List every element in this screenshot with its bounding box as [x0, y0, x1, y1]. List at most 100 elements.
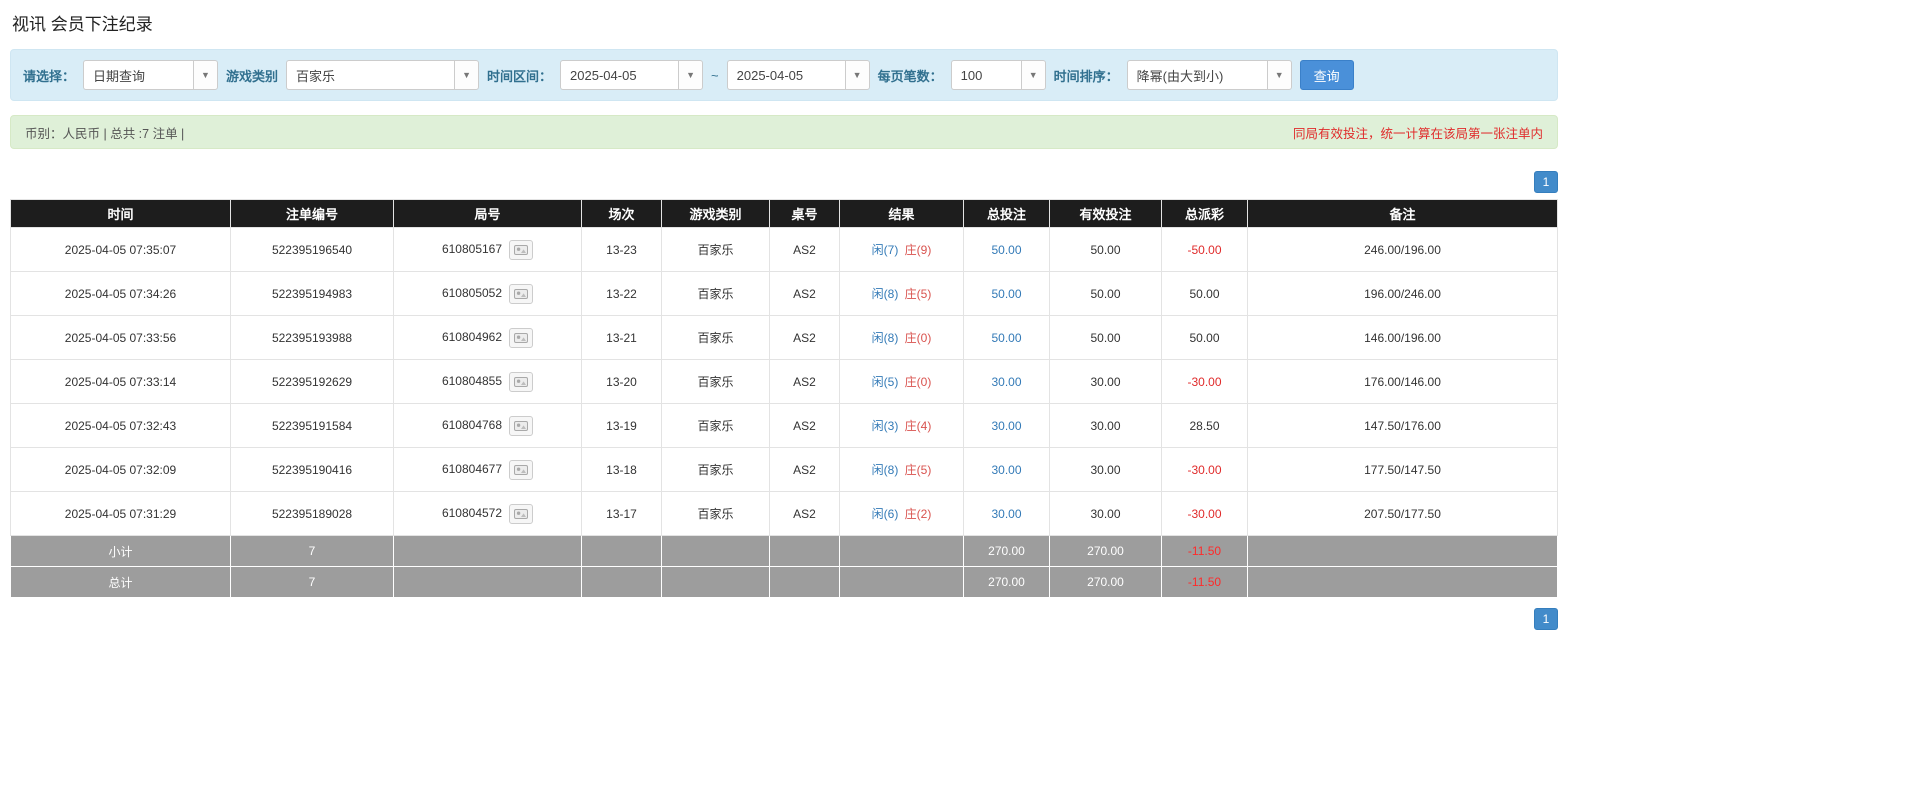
cell-result: 闲(3) 庄(4) [839, 403, 964, 448]
cell-round-id: 610804855 [393, 359, 582, 404]
replay-icon[interactable] [509, 327, 534, 348]
date-to-select[interactable]: 2025-04-05 ▼ [726, 60, 870, 90]
result-player: 闲(8) [871, 463, 899, 477]
result-player: 闲(6) [871, 507, 899, 521]
cell-table-no: AS2 [769, 447, 840, 492]
chevron-down-icon[interactable]: ▼ [193, 60, 219, 90]
result-banker: 庄(2) [904, 507, 932, 521]
header-payout: 总派彩 [1161, 199, 1248, 228]
total-label: 总计 [10, 566, 231, 598]
date-from-select[interactable]: 2025-04-05 ▼ [560, 60, 704, 90]
result-player: 闲(5) [871, 375, 899, 389]
replay-icon[interactable] [509, 459, 534, 480]
cell-game-type: 百家乐 [661, 227, 770, 272]
cell-game-type: 百家乐 [661, 491, 770, 536]
total-bet-link[interactable]: 30.00 [991, 419, 1021, 433]
replay-icon[interactable] [509, 283, 534, 304]
table-body: 2025-04-05 07:35:07 522395196540 6108051… [10, 227, 1558, 536]
result-banker: 庄(5) [904, 463, 932, 477]
replay-icon[interactable] [509, 239, 534, 260]
total-bet-link[interactable]: 50.00 [991, 287, 1021, 301]
cell-remark: 246.00/196.00 [1247, 227, 1558, 272]
cell-total-bet: 50.00 [963, 227, 1050, 272]
replay-icon[interactable] [509, 503, 534, 524]
cell-table-no: AS2 [769, 315, 840, 360]
total-row: 总计 7 270.00 270.00 -11.50 [10, 566, 1558, 598]
subtotal-count: 7 [230, 535, 394, 567]
cell-total-bet: 50.00 [963, 271, 1050, 316]
cell-bet-id: 522395189028 [230, 491, 394, 536]
total-bet-link[interactable]: 50.00 [991, 331, 1021, 345]
subtotal-valid-bet: 270.00 [1049, 535, 1162, 567]
chevron-down-icon[interactable]: ▼ [454, 60, 480, 90]
cell-remark: 176.00/146.00 [1247, 359, 1558, 404]
cell-result: 闲(8) 庄(0) [839, 315, 964, 360]
cell-session: 13-23 [581, 227, 662, 272]
query-type-select[interactable]: 日期查询 ▼ [83, 60, 219, 90]
table-row: 2025-04-05 07:33:56 522395193988 6108049… [10, 315, 1558, 360]
cell-session: 13-20 [581, 359, 662, 404]
round-id-value: 610804768 [441, 417, 503, 432]
table-row: 2025-04-05 07:35:07 522395196540 6108051… [10, 227, 1558, 272]
game-type-select[interactable]: 百家乐 ▼ [286, 60, 480, 90]
sort-select[interactable]: 降幂(由大到小) ▼ [1126, 60, 1292, 90]
page-button[interactable]: 1 [1534, 608, 1558, 630]
round-id-value: 610804855 [441, 373, 503, 388]
cell-remark: 147.50/176.00 [1247, 403, 1558, 448]
header-valid-bet: 有效投注 [1049, 199, 1162, 228]
total-bet-link[interactable]: 30.00 [991, 463, 1021, 477]
time-range-label: 时间区间： [487, 68, 553, 84]
chevron-down-icon[interactable]: ▼ [678, 60, 704, 90]
chevron-down-icon[interactable]: ▼ [1266, 60, 1292, 90]
cell-session: 13-18 [581, 447, 662, 492]
chevron-down-icon[interactable]: ▼ [1020, 60, 1046, 90]
result-player: 闲(8) [871, 331, 899, 345]
cell-round-id: 610805167 [393, 227, 582, 272]
query-type-value: 日期查询 [83, 60, 194, 90]
cell-result: 闲(7) 庄(9) [839, 227, 964, 272]
page-size-select[interactable]: 100 ▼ [950, 60, 1046, 90]
page-container: 视讯 会员下注纪录 请选择： 日期查询 ▼ 游戏类别 百家乐 ▼ 时间区间： 2… [10, 0, 1558, 630]
cell-total-bet: 30.00 [963, 359, 1050, 404]
cell-time: 2025-04-05 07:32:09 [10, 447, 231, 492]
game-type-value: 百家乐 [286, 60, 455, 90]
total-bet-link[interactable]: 30.00 [991, 375, 1021, 389]
replay-icon[interactable] [509, 371, 534, 392]
table-row: 2025-04-05 07:32:43 522395191584 6108047… [10, 403, 1558, 448]
bet-records-table: 时间 注单编号 局号 场次 游戏类别 桌号 结果 总投注 有效投注 总派彩 备注… [10, 199, 1558, 598]
cell-remark: 196.00/246.00 [1247, 271, 1558, 316]
total-bet-link[interactable]: 50.00 [991, 243, 1021, 257]
round-id-value: 610804677 [441, 461, 503, 476]
cell-remark: 207.50/177.50 [1247, 491, 1558, 536]
summary-note: 同局有效投注，统一计算在该局第一张注单内 [1292, 126, 1543, 141]
cell-valid-bet: 50.00 [1049, 227, 1162, 272]
header-game-type: 游戏类别 [661, 199, 770, 228]
cell-bet-id: 522395192629 [230, 359, 394, 404]
result-banker: 庄(0) [904, 375, 932, 389]
cell-time: 2025-04-05 07:35:07 [10, 227, 231, 272]
cell-total-bet: 30.00 [963, 447, 1050, 492]
cell-session: 13-21 [581, 315, 662, 360]
range-separator: ~ [711, 67, 719, 83]
round-id-value: 610805167 [441, 241, 503, 256]
cell-table-no: AS2 [769, 491, 840, 536]
result-banker: 庄(5) [904, 287, 932, 301]
date-from-value: 2025-04-05 [560, 60, 679, 90]
sort-label: 时间排序： [1053, 68, 1119, 84]
chevron-down-icon[interactable]: ▼ [844, 60, 870, 90]
replay-icon[interactable] [509, 415, 534, 436]
cell-time: 2025-04-05 07:34:26 [10, 271, 231, 316]
search-button[interactable]: 查询 [1299, 60, 1354, 90]
cell-game-type: 百家乐 [661, 271, 770, 316]
cell-result: 闲(5) 庄(0) [839, 359, 964, 404]
round-id-value: 610804962 [441, 329, 503, 344]
header-round-id: 局号 [393, 199, 582, 228]
page-button[interactable]: 1 [1534, 171, 1558, 193]
header-session: 场次 [581, 199, 662, 228]
page-title: 视讯 会员下注纪录 [12, 15, 153, 34]
cell-payout: 50.00 [1161, 315, 1248, 360]
cell-bet-id: 522395191584 [230, 403, 394, 448]
round-id-value: 610805052 [441, 285, 503, 300]
cell-remark: 177.50/147.50 [1247, 447, 1558, 492]
total-bet-link[interactable]: 30.00 [991, 507, 1021, 521]
